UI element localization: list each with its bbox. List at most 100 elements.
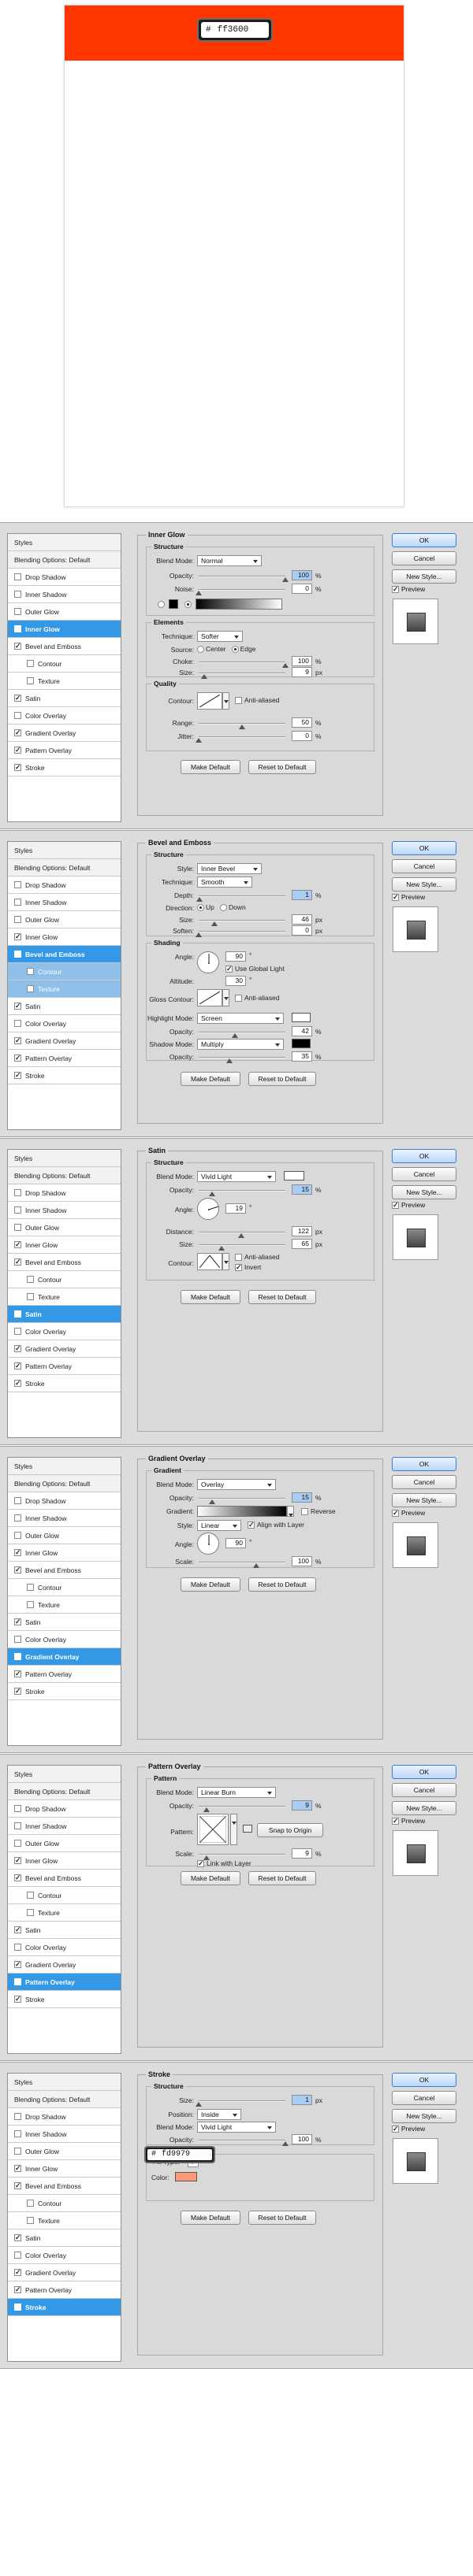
contour-dropdown[interactable] <box>222 692 229 710</box>
opacity-slider[interactable] <box>199 576 289 582</box>
new-style-button[interactable]: New Style... <box>392 1801 456 1815</box>
reset-default-button[interactable]: Reset to Default <box>248 760 316 774</box>
styles-list-item[interactable]: Stroke <box>8 2299 121 2316</box>
style-checkbox[interactable] <box>14 1514 21 1522</box>
new-preset-icon[interactable] <box>243 1825 252 1833</box>
style-checkbox[interactable] <box>14 2285 21 2294</box>
scale-field[interactable]: 9 <box>292 1848 312 1859</box>
styles-list-item[interactable]: Satin <box>8 690 121 707</box>
source-center-radio[interactable] <box>197 646 204 654</box>
styles-list-item[interactable]: Contour <box>8 1271 121 1288</box>
new-style-button[interactable]: New Style... <box>392 2109 456 2123</box>
make-default-button[interactable]: Make Default <box>181 2211 240 2225</box>
scale-field[interactable]: 100 <box>292 1556 312 1566</box>
styles-list-item[interactable]: Outer Glow <box>8 1527 121 1544</box>
ok-button[interactable]: OK <box>392 2073 456 2087</box>
depth-field[interactable]: 1 <box>292 890 312 900</box>
shadow-mode-select[interactable]: Multiply <box>197 1039 284 1050</box>
style-checkbox[interactable] <box>14 1257 21 1266</box>
styles-list-item[interactable]: Stroke <box>8 1375 121 1392</box>
technique-select[interactable]: Softer <box>197 631 243 642</box>
preview-option[interactable]: Preview <box>392 892 425 902</box>
style-checkbox[interactable] <box>14 1840 21 1847</box>
style-checkbox[interactable] <box>14 1361 21 1370</box>
style-checkbox[interactable] <box>14 916 21 923</box>
stroke-size-slider[interactable] <box>196 2100 285 2107</box>
solid-color-radio[interactable] <box>158 601 165 608</box>
style-checkbox[interactable] <box>14 1497 21 1504</box>
size-field[interactable]: 9 <box>292 667 312 677</box>
highlight-mode-select[interactable]: Screen <box>197 1013 284 1024</box>
preview-option[interactable]: Preview <box>392 1200 425 1210</box>
styles-list-item[interactable]: Pattern Overlay <box>8 1050 121 1067</box>
styles-list-item[interactable]: Color Overlay <box>8 1323 121 1340</box>
opacity-field[interactable]: 15 <box>292 1492 312 1503</box>
style-checkbox[interactable] <box>14 1224 21 1231</box>
style-checkbox[interactable] <box>14 2252 21 2259</box>
styles-list-item[interactable]: Color Overlay <box>8 1939 121 1956</box>
cancel-button[interactable]: Cancel <box>392 1783 456 1797</box>
styles-list-item[interactable]: Texture <box>8 673 121 690</box>
make-default-button[interactable]: Make Default <box>181 1577 240 1592</box>
direction-down-radio[interactable] <box>219 904 227 912</box>
style-checkbox[interactable] <box>14 712 21 719</box>
style-checkbox[interactable] <box>27 1601 34 1608</box>
styles-list-item[interactable]: Inner Shadow <box>8 1818 121 1835</box>
style-checkbox[interactable] <box>27 2217 34 2224</box>
opacity-slider[interactable] <box>199 2140 289 2146</box>
contour-picker[interactable] <box>197 1253 222 1270</box>
styles-list-item[interactable]: Texture <box>8 980 121 998</box>
style-checkbox[interactable] <box>14 1532 21 1539</box>
reset-default-button[interactable]: Reset to Default <box>248 1072 316 1086</box>
preview-option[interactable]: Preview <box>392 1816 425 1825</box>
style-checkbox[interactable] <box>27 1276 34 1283</box>
styles-list-item[interactable]: Contour <box>8 1887 121 1904</box>
styles-list-item[interactable]: Pattern Overlay <box>8 1974 121 1991</box>
glow-color-swatch[interactable] <box>169 599 178 609</box>
cancel-button[interactable]: Cancel <box>392 1475 456 1489</box>
styles-list-item[interactable]: Inner Glow <box>8 928 121 946</box>
styles-list-item[interactable]: Gradient Overlay <box>8 1340 121 1358</box>
cancel-button[interactable]: Cancel <box>392 2091 456 2105</box>
styles-list-item[interactable]: Drop Shadow <box>8 1492 121 1510</box>
opacity-slider[interactable] <box>199 1498 285 1504</box>
gradient-radio[interactable] <box>184 601 192 608</box>
style-checkbox[interactable] <box>14 1001 21 1010</box>
ok-button[interactable]: OK <box>392 1457 456 1471</box>
ok-button[interactable]: OK <box>392 841 456 855</box>
depth-slider[interactable] <box>196 895 285 902</box>
style-checkbox[interactable] <box>14 1855 21 1865</box>
cancel-button[interactable]: Cancel <box>392 551 456 565</box>
preview-checkbox[interactable] <box>392 584 399 594</box>
distance-field[interactable]: 122 <box>292 1226 312 1236</box>
choke-slider[interactable] <box>199 662 289 668</box>
blend-mode-select[interactable]: Normal <box>197 555 262 566</box>
styles-list-item[interactable]: Bevel and Emboss <box>8 1870 121 1887</box>
make-default-button[interactable]: Make Default <box>181 1290 240 1304</box>
styles-list-item[interactable]: Contour <box>8 1579 121 1596</box>
style-checkbox[interactable] <box>14 1344 21 1353</box>
blend-mode-select[interactable]: Linear Burn <box>197 1787 276 1798</box>
direction-up-radio[interactable] <box>197 904 204 912</box>
opacity-slider[interactable] <box>199 1190 285 1196</box>
styles-list-item[interactable]: Inner Shadow <box>8 1202 121 1219</box>
styles-list-item[interactable]: Satin <box>8 1922 121 1939</box>
cancel-button[interactable]: Cancel <box>392 1167 456 1181</box>
style-checkbox[interactable] <box>14 1651 21 1661</box>
styles-list-item[interactable]: Outer Glow <box>8 2143 121 2160</box>
style-checkbox[interactable] <box>14 1053 21 1062</box>
anti-aliased-option[interactable]: Anti-aliased <box>235 696 279 705</box>
preview-checkbox[interactable] <box>392 1200 399 1210</box>
gloss-contour-picker[interactable] <box>197 989 222 1006</box>
opacity-field[interactable]: 100 <box>292 2134 312 2144</box>
angle-field[interactable]: 90 <box>225 1538 246 1548</box>
style-checkbox[interactable] <box>14 949 21 958</box>
soften-slider[interactable] <box>196 931 285 937</box>
stroke-position-select[interactable]: Inside <box>197 2109 241 2120</box>
style-checkbox[interactable] <box>14 641 21 650</box>
new-style-button[interactable]: New Style... <box>392 569 456 584</box>
style-checkbox[interactable] <box>27 660 34 667</box>
bevel-style-select[interactable]: Inner Bevel <box>197 863 262 874</box>
styles-list-item[interactable]: Inner Glow <box>8 1852 121 1870</box>
highlight-opacity-field[interactable]: 42 <box>292 1026 312 1036</box>
